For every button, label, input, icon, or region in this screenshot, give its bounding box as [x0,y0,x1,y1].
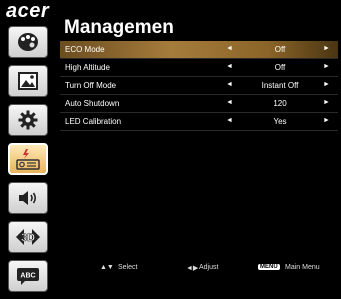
menu-key-badge: MENU [258,264,280,270]
select-arrows-icon: ▲▼ [100,264,114,271]
sidebar-item-management[interactable] [8,143,48,175]
left-arrow-icon[interactable]: ◄ [226,99,233,106]
menu-row-auto-shutdown[interactable]: Auto Shutdown ◄ 120 ► [60,95,338,113]
menu-row-high-altitude[interactable]: High Altitude ◄ Off ► [60,59,338,77]
menu-row-label: High Altitude [65,63,110,72]
menu-row-label: LED Calibration [65,117,122,126]
left-arrow-icon[interactable]: ◄ [226,81,233,88]
left-arrow-icon[interactable]: ◄ [226,63,233,70]
acer-logo: acer [6,0,50,22]
menu-row-value: 120 [273,99,287,108]
menu-row-value: Instant Off [261,81,299,90]
menu-row-led-calibration[interactable]: LED Calibration ◄ Yes ► [60,113,338,131]
sidebar-item-image[interactable] [8,65,48,97]
adjust-hint: Adjust [199,264,219,271]
menu-row-value: Yes [273,117,287,126]
adjust-arrows-icon: ◄▶ [186,265,199,272]
power-management-icon [16,149,40,170]
right-arrow-icon[interactable]: ► [323,45,330,52]
sidebar-item-color[interactable] [8,26,48,58]
right-arrow-icon[interactable]: ► [323,99,330,106]
menu-row-turn-off-mode[interactable]: Turn Off Mode ◄ Instant Off ► [60,77,338,95]
menu-row-value: Off [274,63,286,72]
sidebar-item-3d[interactable]: 3D [8,221,48,253]
3d-label: 3D [21,232,35,244]
left-arrow-icon[interactable]: ◄ [226,45,233,52]
left-arrow-icon[interactable]: ◄ [226,117,233,124]
3d-icon: 3D [16,229,40,245]
menu-row-eco-mode[interactable]: ECO Mode ◄ Off ► [60,41,338,59]
management-menu: ECO Mode ◄ Off ► High Altitude ◄ Off ► T… [60,41,338,131]
menu-row-value: Off [274,45,286,54]
select-hint: Select [118,264,138,271]
sidebar-item-setting[interactable] [8,104,48,136]
menu-row-label: Auto Shutdown [65,99,120,108]
main-menu-hint: Main Menu [285,264,320,271]
menu-row-label: ECO Mode [65,45,105,54]
picture-icon [18,72,38,90]
right-arrow-icon[interactable]: ► [323,117,330,124]
gear-icon [18,110,38,130]
projector-osd: acer Managemen 3D ABC ECO Mode ◄ Off ► H… [0,0,341,292]
sidebar-item-audio[interactable] [8,182,48,214]
right-arrow-icon[interactable]: ► [323,63,330,70]
menu-row-label: Turn Off Mode [65,81,117,90]
sidebar: 3D ABC [8,26,48,299]
right-arrow-icon[interactable]: ► [323,81,330,88]
footer-hints: ▲▼ Select ◄▶ Adjust MENU Main Menu [0,262,341,277]
page-title: Managemen [64,17,174,38]
palette-icon [18,33,38,51]
speaker-icon [19,191,37,205]
